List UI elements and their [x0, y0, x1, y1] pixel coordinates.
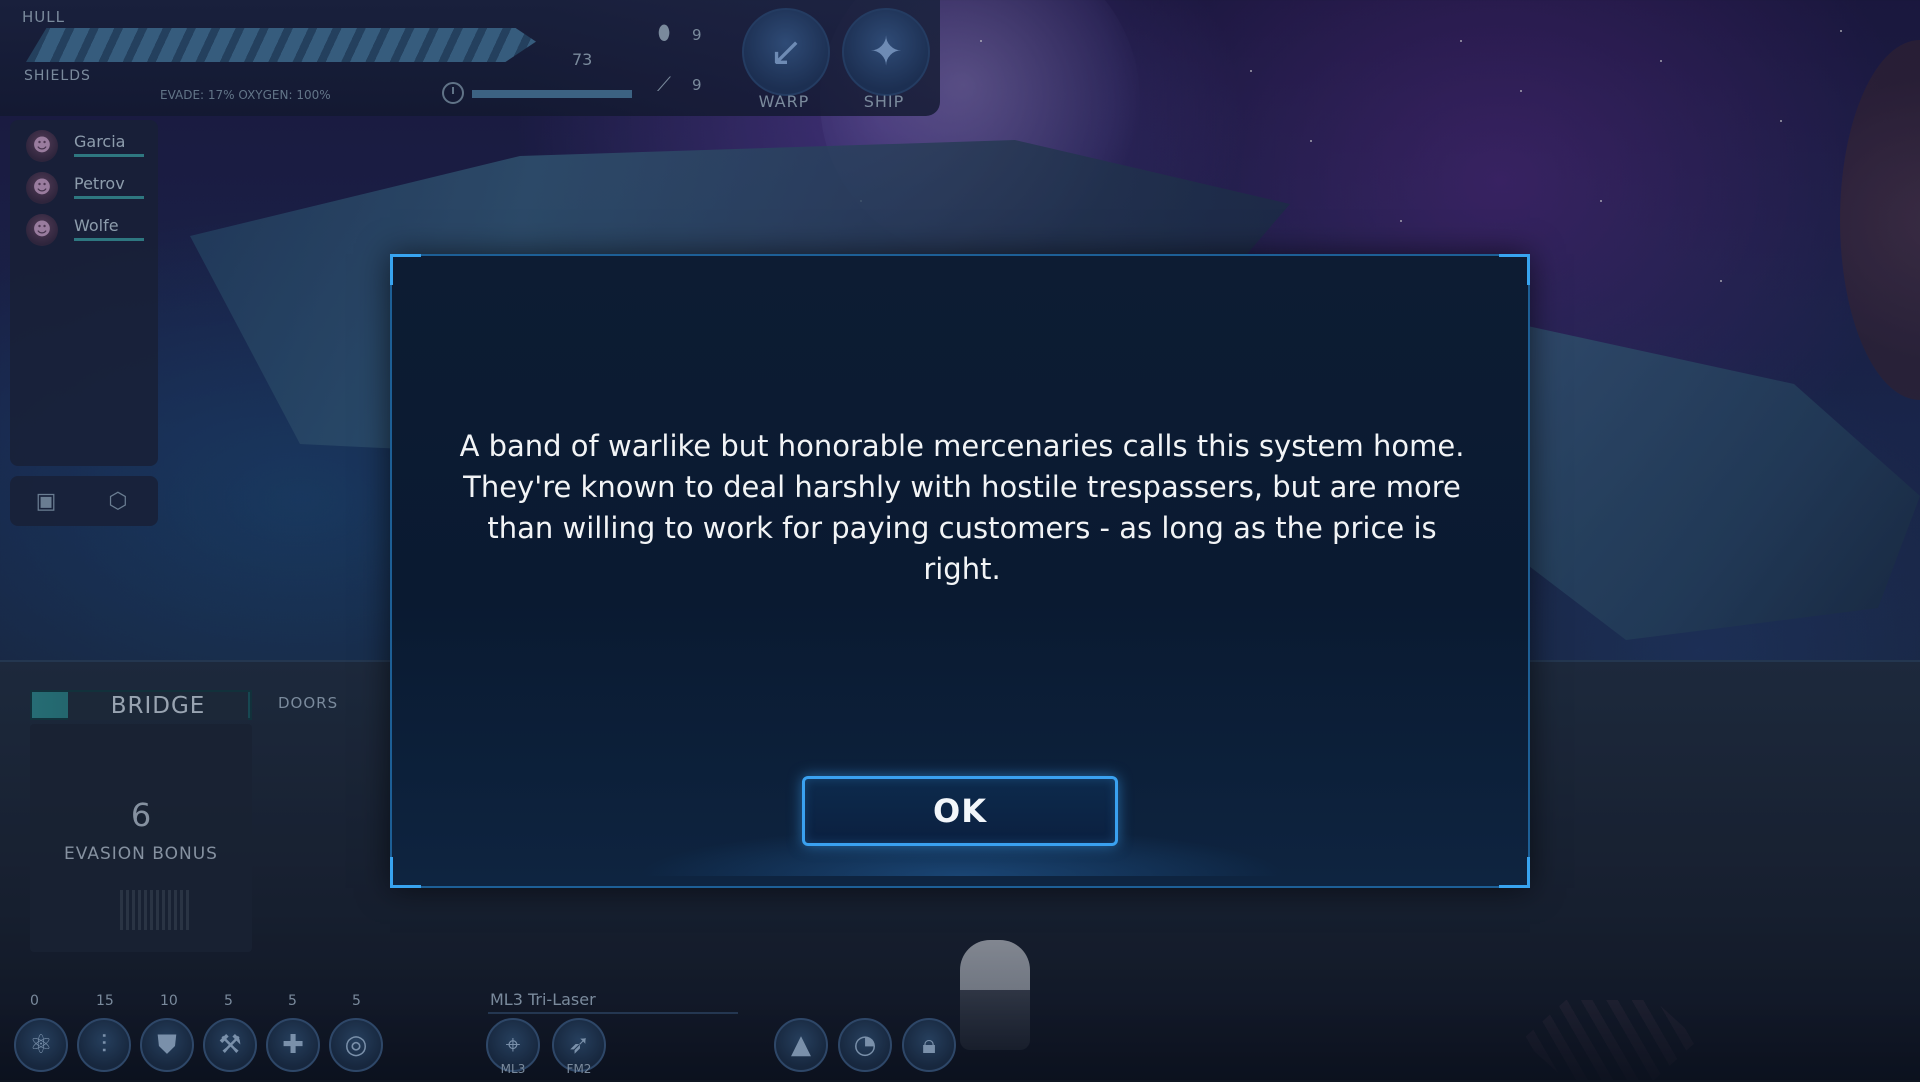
dialog-message: A band of warlike but honorable mercenar… [459, 429, 1465, 586]
dialog-corner [1499, 857, 1530, 888]
dialog-corner [390, 857, 421, 888]
dialog-corner [1499, 254, 1530, 285]
event-dialog: A band of warlike but honorable mercenar… [390, 254, 1530, 888]
dialog-corner [390, 254, 421, 285]
ok-button[interactable]: OK [802, 776, 1118, 846]
